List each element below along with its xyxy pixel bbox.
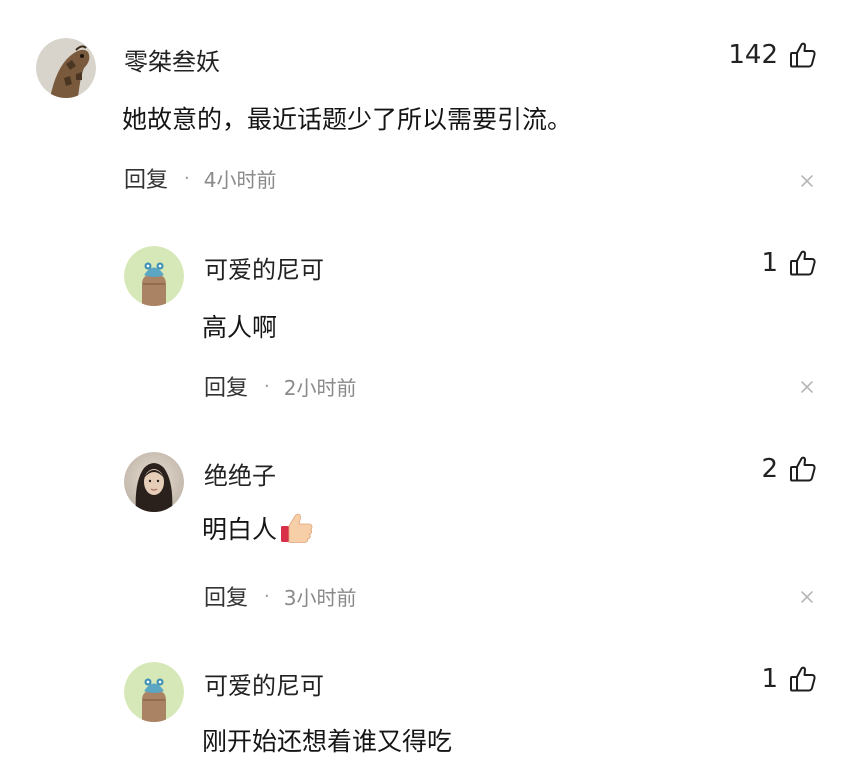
- reply-button[interactable]: 回复: [124, 162, 168, 194]
- comment-meta: 回复 · 3小时前: [204, 580, 356, 612]
- thumbs-up-emoji-icon: [279, 510, 315, 546]
- username[interactable]: 可爱的尼可: [204, 250, 324, 285]
- timestamp: 4小时前: [203, 167, 277, 192]
- comment-meta: 回复 · 4小时前: [124, 162, 276, 194]
- cartoon-avatar-icon: [124, 246, 184, 306]
- like-count: 1: [761, 248, 778, 278]
- thumbs-up-icon: [788, 454, 818, 484]
- username[interactable]: 可爱的尼可: [204, 666, 324, 701]
- user-avatar[interactable]: [36, 38, 96, 98]
- close-icon[interactable]: [800, 380, 814, 394]
- portrait-avatar-icon: [124, 452, 184, 512]
- reply-button[interactable]: 回复: [204, 580, 248, 612]
- like-count: 2: [761, 454, 778, 484]
- username[interactable]: 绝绝子: [204, 456, 276, 491]
- like-button[interactable]: 1: [761, 248, 818, 278]
- comment-text-row: 明白人: [202, 510, 315, 546]
- separator-dot: ·: [264, 585, 270, 607]
- comment-text: 高人啊: [202, 313, 278, 342]
- username[interactable]: 零桀叁妖: [124, 42, 220, 77]
- cartoon-avatar-icon: [124, 662, 184, 722]
- close-icon[interactable]: [800, 590, 814, 604]
- separator-dot: ·: [184, 167, 190, 189]
- like-count: 1: [761, 664, 778, 694]
- close-icon[interactable]: [800, 174, 814, 188]
- user-avatar[interactable]: [124, 246, 184, 306]
- thumbs-up-icon: [788, 40, 818, 70]
- reply-button[interactable]: 回复: [204, 370, 248, 402]
- like-button[interactable]: 1: [761, 664, 818, 694]
- comment-text: 她故意的，最近话题少了所以需要引流。: [122, 105, 573, 134]
- timestamp: 2小时前: [283, 375, 357, 400]
- thumbs-up-icon: [788, 664, 818, 694]
- user-avatar[interactable]: [124, 662, 184, 722]
- timestamp: 3小时前: [283, 585, 357, 610]
- comment-meta: 回复 · 2小时前: [204, 370, 356, 402]
- comment-text: 明白人: [202, 515, 278, 544]
- like-count: 142: [728, 40, 778, 70]
- like-button[interactable]: 142: [728, 40, 818, 70]
- comment-text: 刚开始还想着谁又得吃: [202, 727, 453, 756]
- thumbs-up-icon: [788, 248, 818, 278]
- user-avatar[interactable]: [124, 452, 184, 512]
- like-button[interactable]: 2: [761, 454, 818, 484]
- giraffe-avatar-icon: [36, 38, 96, 98]
- separator-dot: ·: [264, 375, 270, 397]
